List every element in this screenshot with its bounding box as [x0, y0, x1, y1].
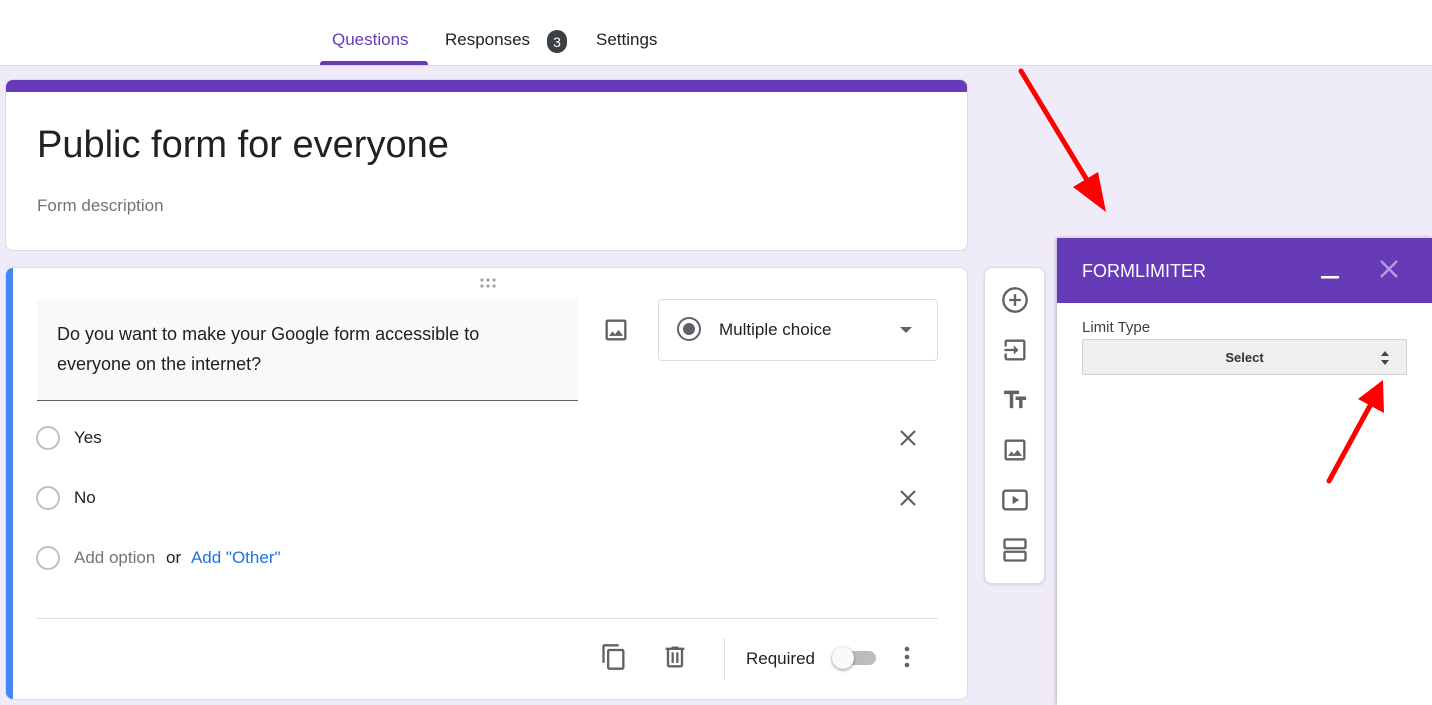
formlimiter-header: FORMLIMITER: [1057, 238, 1432, 303]
drag-handle-icon[interactable]: [478, 277, 498, 289]
question-title-input[interactable]: Do you want to make your Google form acc…: [37, 299, 578, 401]
limit-type-select[interactable]: Select: [1082, 339, 1407, 375]
import-questions-icon: [1004, 339, 1026, 361]
close-icon[interactable]: [1377, 257, 1401, 281]
option-row: Yes: [36, 423, 936, 453]
option-label[interactable]: No: [74, 488, 96, 508]
chevron-down-icon: [900, 327, 912, 333]
formlimiter-title: FORMLIMITER: [1082, 261, 1206, 281]
add-video-icon: [1002, 489, 1028, 511]
top-tab-bar: Questions Responses 3 Settings: [0, 0, 1432, 66]
add-option-link[interactable]: Add option: [74, 548, 155, 567]
add-option-line: Add option or Add "Other": [74, 548, 281, 568]
remove-option-icon[interactable]: [896, 426, 920, 450]
question-footer-divider: [37, 618, 938, 619]
add-video-button[interactable]: [1000, 485, 1030, 515]
select-arrows-icon: [1381, 351, 1389, 365]
minimize-icon[interactable]: [1319, 258, 1341, 280]
option-label[interactable]: Yes: [74, 428, 102, 448]
floating-toolbar: [984, 267, 1045, 584]
title-card-accent: [6, 80, 967, 92]
annotation-arrow-panel: [1018, 68, 1106, 212]
add-option-row: Add option or Add "Other": [36, 543, 936, 573]
question-type-dropdown[interactable]: Multiple choice: [658, 299, 938, 361]
question-type-label: Multiple choice: [719, 320, 832, 339]
more-options-icon[interactable]: [895, 644, 919, 670]
import-questions-button[interactable]: [1000, 335, 1030, 365]
add-question-icon: [1002, 287, 1028, 313]
radio-button-icon: [677, 317, 701, 341]
toggle-knob: [832, 647, 854, 669]
tab-settings[interactable]: Settings: [596, 30, 657, 50]
question-card[interactable]: Do you want to make your Google form acc…: [5, 267, 968, 700]
required-toggle[interactable]: [832, 647, 876, 669]
add-image-icon: [1004, 439, 1026, 461]
delete-icon[interactable]: [661, 643, 689, 671]
active-tab-indicator: [320, 61, 428, 65]
add-image-button[interactable]: [1000, 435, 1030, 465]
or-text: or: [166, 548, 182, 567]
add-title-button[interactable]: [1000, 385, 1030, 415]
responses-count-badge: 3: [547, 30, 567, 53]
duplicate-icon[interactable]: [600, 643, 628, 671]
option-radio: [36, 426, 60, 450]
tab-questions[interactable]: Questions: [332, 30, 409, 50]
question-active-accent: [6, 268, 13, 699]
tab-responses[interactable]: Responses: [445, 30, 530, 50]
limit-type-label: Limit Type: [1082, 319, 1151, 336]
formlimiter-panel: FORMLIMITER Limit Type Select: [1057, 238, 1432, 705]
option-row: No: [36, 483, 936, 513]
add-image-to-question-icon[interactable]: [602, 316, 630, 344]
add-other-link[interactable]: Add "Other": [191, 548, 281, 567]
option-radio: [36, 486, 60, 510]
add-section-icon: [1003, 538, 1027, 562]
footer-vertical-divider: [724, 638, 725, 680]
limit-type-value: Select: [1225, 350, 1264, 365]
form-description-field[interactable]: Form description: [37, 196, 164, 216]
form-title-card: Public form for everyone Form descriptio…: [5, 79, 968, 251]
form-title[interactable]: Public form for everyone: [37, 124, 449, 167]
add-title-icon: [1003, 390, 1027, 409]
required-label: Required: [746, 649, 815, 668]
add-section-button[interactable]: [1000, 535, 1030, 565]
option-radio: [36, 546, 60, 570]
add-question-button[interactable]: [1000, 285, 1030, 315]
remove-option-icon[interactable]: [896, 486, 920, 510]
